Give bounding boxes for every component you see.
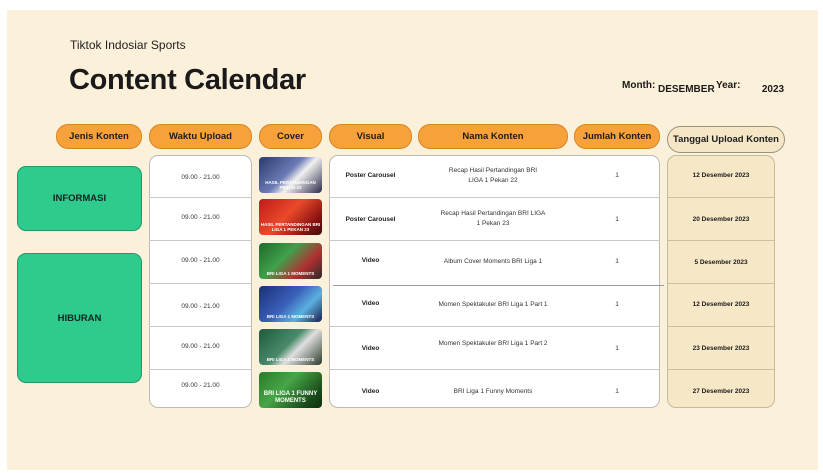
date-column xyxy=(667,155,775,408)
row-5-visual: Video xyxy=(361,344,380,352)
row-1-time: 09.00 - 21.00 xyxy=(181,173,220,181)
category-hiburan: HIBURAN xyxy=(17,253,142,383)
row-2-date: 20 Desember 2023 xyxy=(692,215,750,223)
row-4-cover-caption: BRI LIGA 1 MOMENTS xyxy=(266,314,315,319)
row-4-count: 1 xyxy=(615,300,619,308)
row-6-time: 09.00 - 21.00 xyxy=(181,381,220,389)
col-header-visual: Visual xyxy=(329,124,412,149)
row-6-date: 27 Desember 2023 xyxy=(692,387,750,395)
year-value: 2023 xyxy=(761,84,785,95)
row-1-cover-caption: HASIL PERTANDINGAN PEKAN 22 xyxy=(265,180,316,190)
month-label: Month: xyxy=(622,80,656,91)
row-3-date: 5 Desember 2023 xyxy=(694,258,748,266)
row-1-name-line-2: LIGA 1 Pekan 22 xyxy=(468,176,518,184)
row-5-name: Momen Spektakuler BRI Liga 1 Part 2 xyxy=(438,339,548,347)
category-informasi: INFORMASI xyxy=(17,166,142,231)
row-6-cover-caption: BRI LIGA 1 FUNNY MOMENTS xyxy=(263,391,318,404)
row-6-visual: Video xyxy=(361,387,380,395)
row-5-cover-caption: BRI LIGA 1 MOMENTS xyxy=(266,357,315,362)
row-1-date: 12 Desember 2023 xyxy=(692,171,750,179)
row-4-visual: Video xyxy=(361,299,380,307)
row-6-cover-image: BRI LIGA 1 FUNNY MOMENTS xyxy=(259,372,322,408)
row-5-time: 09.00 - 21.00 xyxy=(181,342,220,350)
page-title: Content Calendar xyxy=(69,64,306,96)
row-2-cover-image: HASIL PERTANDINGAN BRI LIGA 1 PEKAN 23 xyxy=(259,199,322,235)
row-5-date: 23 Desember 2023 xyxy=(692,344,750,352)
row-3-cover-caption: BRI LIGA 1 MOMENTS xyxy=(266,271,315,276)
page-subtitle: Tiktok Indosiar Sports xyxy=(70,38,186,52)
time-column xyxy=(149,155,252,408)
row-3-name: Album Cover Moments BRI Liga 1 xyxy=(443,257,543,265)
row-2-time: 09.00 - 21.00 xyxy=(181,213,220,221)
col-header-nama-konten: Nama Konten xyxy=(418,124,568,149)
row-6-count: 1 xyxy=(615,387,619,395)
row-4-name: Momen Spektakuler BRI Liga 1 Part 1 xyxy=(438,300,548,308)
col-header-jenis-konten: Jenis Konten xyxy=(56,124,142,149)
row-3-cover-image: BRI LIGA 1 MOMENTS xyxy=(259,243,322,279)
col-header-cover: Cover xyxy=(259,124,322,149)
row-3-visual: Video xyxy=(361,256,380,264)
month-value: DESEMBER xyxy=(658,84,715,95)
row-1-cover-image: HASIL PERTANDINGAN PEKAN 22 xyxy=(259,157,322,193)
row-5-cover-image: BRI LIGA 1 MOMENTS xyxy=(259,329,322,365)
row-6-name: BRI Liga 1 Funny Moments xyxy=(453,387,533,395)
col-header-waktu-upload: Waktu Upload xyxy=(149,124,252,149)
row-4-cover-image: BRI LIGA 1 MOMENTS xyxy=(259,286,322,322)
col-header-jumlah-konten: Jumlah Konten xyxy=(574,124,660,149)
row-2-count: 1 xyxy=(615,215,619,223)
row-1-visual: Poster Carousel xyxy=(345,171,396,179)
row-2-name-line-2: 1 Pekan 23 xyxy=(476,219,510,227)
row-2-cover-caption: HASIL PERTANDINGAN BRI LIGA 1 PEKAN 23 xyxy=(260,222,321,232)
row-3-time: 09.00 - 21.00 xyxy=(181,256,220,264)
row-4-date: 12 Desember 2023 xyxy=(692,300,750,308)
year-label: Year: xyxy=(716,80,741,91)
row-4-time: 09.00 - 21.00 xyxy=(181,302,220,310)
row-5-count: 1 xyxy=(615,344,619,352)
content-table xyxy=(329,155,660,408)
col-header-tanggal-upload: Tanggal Upload Konten xyxy=(667,126,785,153)
row-2-visual: Poster Carousel xyxy=(345,215,396,223)
row-3-count: 1 xyxy=(615,257,619,265)
row-1-count: 1 xyxy=(615,171,619,179)
